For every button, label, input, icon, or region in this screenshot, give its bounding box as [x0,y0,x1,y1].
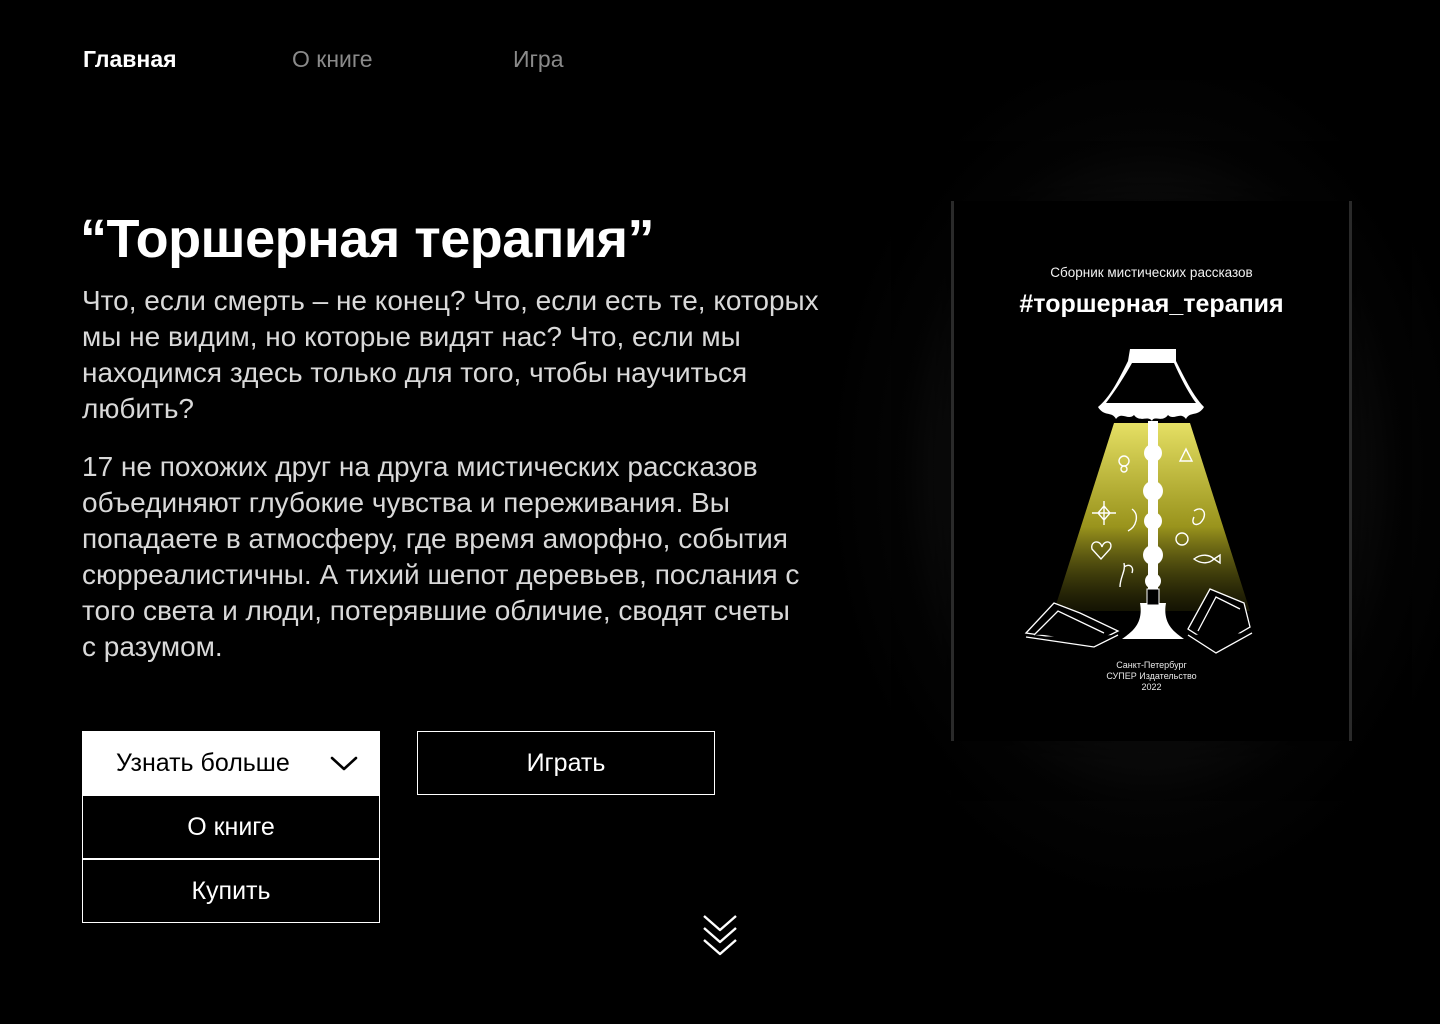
imprint-year: 2022 [1141,682,1162,692]
play-button[interactable]: Играть [417,731,715,795]
imprint-city: Санкт-Петербург [1116,660,1187,670]
nav-item-game[interactable]: Игра [513,44,564,74]
learn-more-label: Узнать больше [116,748,290,777]
dropdown-item-about-book[interactable]: О книге [82,795,380,859]
double-chevron-down-icon[interactable] [700,910,740,958]
page-title: “Торшерная терапия” [80,209,655,269]
page: Главная О книге Игра “Торшерная терапия”… [0,0,1440,1024]
book-cover-imprint: Санкт-Петербург СУПЕР Издательство 2022 [954,660,1349,693]
book-cover-subtitle: Сборник мистических рассказов [1050,265,1253,280]
intro-paragraph: Что, если смерть – не конец? Что, если е… [82,285,819,424]
book-cover-title: #торшерная_терапия [1019,290,1284,318]
floor-lamp-illustration [1024,349,1253,654]
nav-item-home[interactable]: Главная [83,44,177,74]
chevron-down-icon [330,756,358,771]
nav-item-about-book[interactable]: О книге [292,44,373,74]
learn-more-dropdown-button[interactable]: Узнать больше [82,731,380,795]
imprint-publisher: СУПЕР Издательство [1106,671,1197,681]
description-paragraph: 17 не похожих друг на друга мистических … [82,451,800,662]
book-cover: Сборник мистических рассказов #торшерная… [951,201,1352,741]
dropdown-item-buy[interactable]: Купить [82,859,380,923]
